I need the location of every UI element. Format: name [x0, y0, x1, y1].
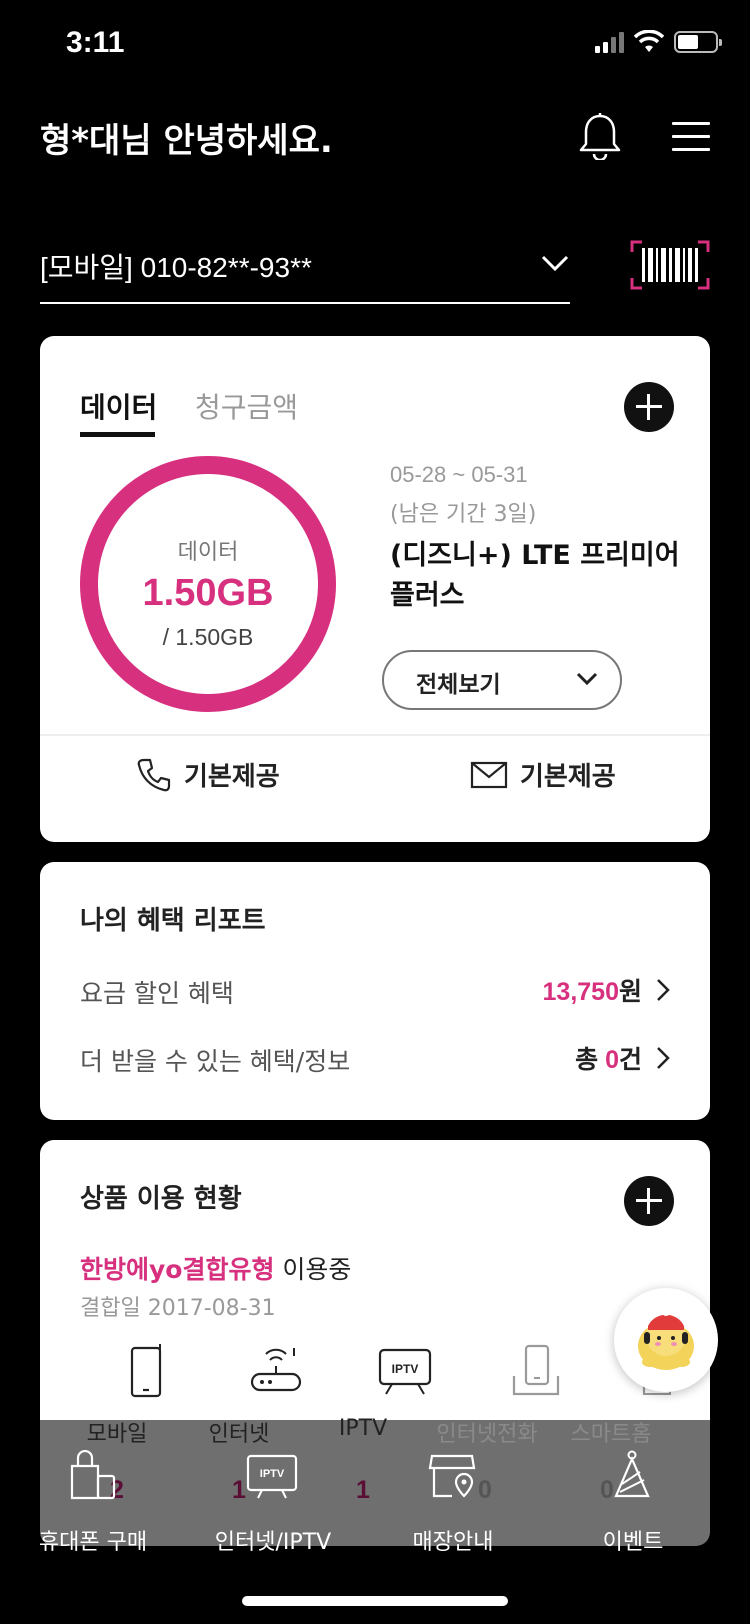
tab-active-indicator — [80, 432, 155, 437]
product-usage-card: 상품 이용 현황 한방에yo결합유형 이용중 결합일 2017-08-31 IP… — [40, 1140, 710, 1420]
chatbot-mascot-icon — [638, 1308, 694, 1370]
bundle-name: 한방에yo결합유형 — [80, 1255, 275, 1284]
extra-benefit-label: 더 받을 수 있는 혜택/정보 — [80, 1047, 351, 1076]
nav-events[interactable]: 이벤트 — [558, 1450, 708, 1555]
home-indicator[interactable] — [242, 1596, 508, 1606]
phone-icon — [137, 758, 171, 791]
envelope-icon — [470, 761, 508, 788]
line-selector-dropdown[interactable]: [모바일] 010-82**-93** — [40, 240, 570, 304]
menu-icon-bar — [672, 135, 710, 138]
benefit-report-title: 나의 혜택 리포트 — [80, 906, 266, 936]
message-allowance: 기본제공 — [470, 756, 616, 793]
tv-icon: IPTV — [246, 1454, 298, 1499]
usage-card: 데이터 청구금액 데이터 1.50GB / 1.50GB 05-28 ~ 05-… — [40, 336, 710, 842]
card-divider — [40, 734, 710, 736]
router-icon[interactable] — [246, 1340, 306, 1400]
chevron-right-icon — [657, 1047, 670, 1069]
view-all-dropdown[interactable]: 전체보기 — [382, 650, 622, 710]
voice-allowance: 기본제공 — [136, 756, 280, 793]
data-usage-ring: 데이터 1.50GB / 1.50GB — [80, 456, 336, 712]
billing-period: 05-28 ~ 05-31 — [390, 462, 528, 487]
chevron-right-icon — [657, 979, 670, 1001]
bundle-status: 한방에yo결합유형 이용중 — [80, 1250, 351, 1286]
menu-icon-bar — [672, 148, 710, 151]
usage-more-button[interactable] — [624, 382, 674, 432]
product-label-smart-home: 스마트홈 — [570, 1422, 652, 1447]
data-total-value: / 1.50GB — [162, 624, 254, 650]
ring-label: 데이터 — [177, 540, 239, 565]
data-remaining-value: 1.50GB — [142, 572, 274, 614]
greeting-title: 형*대님 안녕하세요. — [40, 121, 333, 161]
view-all-label: 전체보기 — [416, 672, 501, 698]
voice-allowance-label: 기본제공 — [184, 762, 280, 792]
line-selector-value: [모바일] 010-82**-93** — [40, 252, 312, 283]
bundle-status-suffix: 이용중 — [274, 1255, 352, 1284]
barcode-button[interactable] — [630, 240, 710, 290]
mobile-icon[interactable] — [116, 1340, 176, 1400]
shopping-bag-icon — [70, 1450, 116, 1500]
signal-icon — [595, 31, 624, 53]
status-icons — [595, 30, 722, 54]
store-location-icon — [428, 1454, 476, 1498]
bell-icon — [579, 113, 621, 162]
message-allowance-label: 기본제공 — [520, 762, 616, 792]
battery-icon — [674, 31, 722, 53]
benefit-report-card: 나의 혜택 리포트 요금 할인 혜택 13,750원 더 받을 수 있는 혜택/… — [40, 862, 710, 1120]
notification-button[interactable] — [578, 112, 622, 162]
tab-bill-amount[interactable]: 청구금액 — [195, 386, 298, 426]
tab-data[interactable]: 데이터 — [80, 386, 157, 426]
extra-benefit-value: 총 0건 — [575, 1046, 642, 1074]
product-label-home-phone: 인터넷전화 — [436, 1422, 538, 1447]
nav-store-locator-label: 매장안내 — [412, 1530, 494, 1555]
discount-benefit-value: 13,750원 — [542, 978, 642, 1006]
product-count-iptv: 1 — [356, 1476, 370, 1504]
chatbot-button[interactable] — [614, 1288, 718, 1392]
extra-benefit-row[interactable]: 더 받을 수 있는 혜택/정보 총 0건 — [80, 1038, 670, 1078]
menu-icon-bar — [672, 122, 710, 125]
product-more-button[interactable] — [624, 1176, 674, 1226]
discount-benefit-label: 요금 할인 혜택 — [80, 979, 234, 1008]
tv-icon-text: IPTV — [260, 1468, 285, 1480]
chevron-down-icon — [576, 672, 598, 686]
wifi-icon — [634, 30, 664, 52]
iptv-icon[interactable]: IPTV — [376, 1340, 436, 1400]
product-icons-row: IPTV — [60, 1340, 700, 1420]
status-bar: 3:11 — [0, 0, 750, 90]
discount-benefit-row[interactable]: 요금 할인 혜택 13,750원 — [80, 970, 670, 1010]
nav-store-locator[interactable]: 매장안내 — [378, 1450, 528, 1555]
nav-phone-purchase[interactable]: 휴대폰 구매 — [18, 1450, 168, 1555]
product-label-internet: 인터넷 — [208, 1422, 270, 1447]
chevron-down-icon — [541, 255, 569, 272]
product-usage-title: 상품 이용 현황 — [80, 1184, 242, 1214]
nav-events-label: 이벤트 — [602, 1530, 664, 1555]
status-time: 3:11 — [66, 26, 125, 59]
product-label-mobile: 모바일 — [86, 1422, 148, 1447]
barcode-icon — [630, 240, 710, 290]
party-hat-icon — [614, 1450, 650, 1498]
product-label-iptv: IPTV — [338, 1416, 388, 1441]
bottom-nav: 모바일 인터넷 IPTV 인터넷전화 스마트홈 2 1 1 0 0 휴대폰 구매… — [39, 1416, 710, 1555]
nav-phone-purchase-label: 휴대폰 구매 — [38, 1530, 148, 1555]
hamburger-menu-button[interactable] — [672, 122, 710, 152]
home-phone-icon[interactable] — [506, 1340, 566, 1400]
remaining-period: (남은 기간 3일) — [390, 502, 537, 527]
iptv-icon-text: IPTV — [392, 1362, 419, 1376]
nav-internet-iptv-label: 인터넷/IPTV — [214, 1530, 332, 1555]
bundle-date: 결합일 2017-08-31 — [80, 1296, 276, 1321]
plan-name: (디즈니+) LTE 프리미어 플러스 — [390, 540, 680, 611]
nav-internet-iptv[interactable]: IPTV 인터넷/IPTV — [198, 1450, 348, 1555]
